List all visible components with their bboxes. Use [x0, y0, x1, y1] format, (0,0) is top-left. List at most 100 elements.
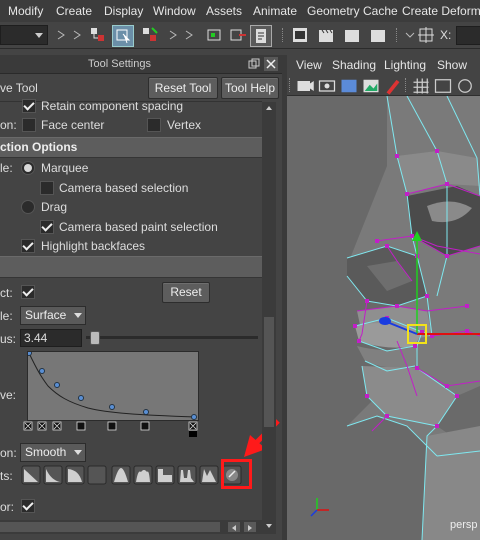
render-view-icon[interactable]: [205, 25, 225, 45]
chevron-down-icon: [35, 33, 43, 38]
vertical-scroll-thumb[interactable]: [264, 317, 274, 427]
viewport-menu-shading[interactable]: Shading: [332, 58, 376, 72]
grid-icon[interactable]: [411, 76, 429, 94]
camera-based-selection-checkbox[interactable]: [40, 181, 54, 195]
tool-settings-toggle-icon[interactable]: [250, 25, 272, 47]
color-feedback-checkbox[interactable]: [21, 499, 35, 513]
section-header-selection-options[interactable]: ction Options: [0, 137, 262, 158]
falloff-curve-graph[interactable]: [26, 350, 199, 421]
bookmark-icon[interactable]: [339, 76, 357, 93]
curve-key-markers: [22, 421, 202, 437]
soft-select-checkbox[interactable]: [21, 285, 35, 299]
viewport-menu-bar: View Shading Lighting Show: [287, 55, 480, 75]
menu-window[interactable]: Window: [153, 4, 196, 18]
collapse-arrow-icon[interactable]: [52, 25, 66, 45]
tool-help-button[interactable]: Tool Help: [221, 77, 279, 99]
interpolation-value: Smooth: [25, 445, 67, 459]
wireframe-icon[interactable]: [455, 76, 472, 93]
row-label: le:: [0, 161, 13, 175]
camera-select-icon[interactable]: [295, 76, 314, 92]
drag-radio[interactable]: [21, 200, 35, 214]
menu-animate[interactable]: Animate: [253, 4, 297, 18]
row-label: ct:: [0, 286, 13, 300]
vertex-checkbox[interactable]: [147, 118, 161, 132]
camera-name-label: persp: [450, 519, 478, 531]
row-label: ts:: [0, 469, 13, 483]
section-title: ction Options: [0, 140, 78, 154]
transform-field-icon[interactable]: [416, 25, 436, 45]
tool-settings-titlebar: Tool Settings: [0, 55, 282, 74]
scroll-left-icon[interactable]: [228, 522, 240, 532]
menu-create-deformers[interactable]: Create Deformers: [402, 4, 480, 18]
x-coordinate-field[interactable]: [456, 26, 480, 45]
marquee-radio[interactable]: [21, 161, 35, 175]
scroll-up-icon[interactable]: [264, 102, 274, 112]
paint-icon[interactable]: [383, 76, 400, 95]
menu-modify[interactable]: Modify: [8, 4, 43, 18]
highlight-backfaces-label: Highlight backfaces: [41, 239, 146, 253]
collapse-arrow-icon[interactable]: [180, 25, 194, 45]
viewport-menu-view[interactable]: View: [296, 58, 322, 72]
curve-presets-row: [21, 464, 251, 486]
vertical-scrollbar[interactable]: [262, 102, 276, 534]
collapse-arrow-icon[interactable]: [164, 25, 178, 45]
clapboard-icon[interactable]: [316, 25, 336, 45]
menu-create[interactable]: Create: [56, 4, 92, 18]
reset-button[interactable]: Reset: [162, 282, 210, 303]
viewport-toolbar: [287, 75, 480, 96]
close-panel-icon[interactable]: [264, 57, 278, 71]
camera-based-paint-checkbox[interactable]: [40, 220, 54, 234]
menu-geometry-cache[interactable]: Geometry Cache: [307, 4, 398, 18]
menu-display[interactable]: Display: [104, 4, 143, 18]
retain-spacing-label: Retain component spacing: [41, 99, 184, 113]
row-label: on:: [0, 118, 17, 132]
tool-settings-panel: Tool Settings ve Tool Reset Tool Tool He…: [0, 55, 282, 540]
script-editor-icon[interactable]: [290, 25, 310, 45]
image-plane-icon[interactable]: [361, 76, 379, 93]
chevron-down-icon: [74, 313, 82, 318]
menu-assets[interactable]: Assets: [206, 4, 242, 18]
select-hierarchy-icon[interactable]: [88, 25, 108, 45]
section-header-soft-selection[interactable]: [0, 256, 262, 278]
ipr-render-icon[interactable]: [228, 25, 248, 45]
row-label: on:: [0, 446, 17, 460]
clapboard-icon[interactable]: [342, 25, 362, 45]
main-menu-bar: Modify Create Display Window Assets Anim…: [0, 0, 480, 23]
chevron-down-icon: [74, 450, 82, 455]
select-object-icon[interactable]: [112, 25, 134, 47]
separator: [396, 28, 399, 42]
row-label: us:: [0, 332, 17, 346]
vertex-label: Vertex: [167, 118, 202, 132]
clapboard-icon[interactable]: [368, 25, 388, 45]
horizontal-scrollbar[interactable]: [0, 520, 262, 534]
chevron-down-icon[interactable]: [400, 25, 415, 45]
viewport-menu-show[interactable]: Show: [437, 58, 467, 72]
annotation-highlight-box: [221, 459, 252, 489]
row-label: le:: [0, 309, 13, 323]
resolution-gate-icon[interactable]: [433, 76, 452, 93]
falloff-radius-slider-handle[interactable]: [90, 331, 100, 345]
viewport-menu-lighting[interactable]: Lighting: [384, 58, 426, 72]
scroll-right-icon[interactable]: [244, 522, 256, 532]
face-center-checkbox[interactable]: [22, 118, 36, 132]
status-line: X:: [0, 22, 480, 49]
mode-dropdown[interactable]: [0, 25, 48, 45]
camera-based-paint-label: Camera based paint selection: [59, 220, 218, 234]
horizontal-scroll-thumb[interactable]: [0, 522, 220, 532]
camera-attributes-icon[interactable]: [317, 76, 336, 92]
reset-tool-button[interactable]: Reset Tool: [148, 77, 218, 99]
retain-spacing-checkbox[interactable]: [22, 99, 36, 113]
scroll-down-icon[interactable]: [264, 520, 274, 530]
select-component-icon[interactable]: [140, 25, 160, 45]
float-panel-icon[interactable]: [248, 58, 260, 70]
x-coordinate-label: X:: [440, 28, 452, 42]
falloff-radius-slider-track[interactable]: [86, 336, 258, 339]
interpolation-dropdown[interactable]: Smooth: [20, 443, 86, 462]
collapse-arrow-icon[interactable]: [68, 25, 82, 45]
falloff-mode-value: Surface: [25, 308, 67, 322]
falloff-radius-field[interactable]: 3.44: [20, 329, 82, 347]
highlight-backfaces-checkbox[interactable]: [21, 239, 35, 253]
separator: [282, 28, 285, 42]
falloff-mode-dropdown[interactable]: Surface: [20, 306, 86, 325]
perspective-viewport[interactable]: persp: [287, 96, 480, 540]
